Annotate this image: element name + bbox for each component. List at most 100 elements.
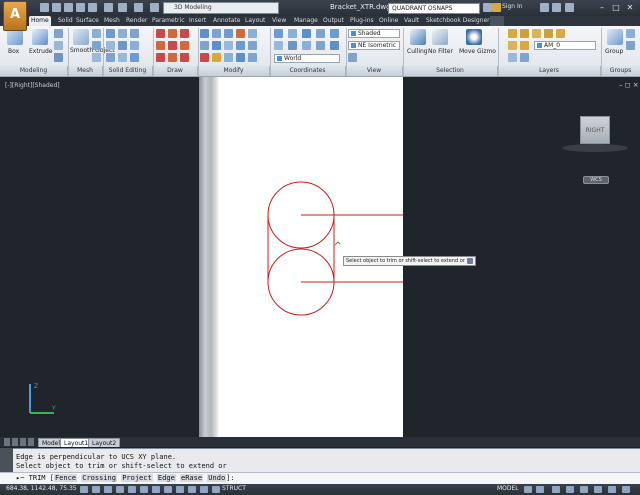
tab-manage[interactable]: Manage [292, 16, 320, 26]
intersect-icon[interactable] [130, 29, 139, 38]
view-select[interactable]: NE Isometric [348, 41, 400, 50]
save-icon[interactable] [64, 3, 73, 12]
panel-selection[interactable]: Selection [403, 66, 498, 76]
tab-render[interactable]: Render [124, 16, 149, 26]
interfere-icon[interactable] [130, 41, 139, 50]
mesh-refine-icon[interactable] [92, 41, 101, 50]
tab-parametric[interactable]: Parametric [150, 16, 187, 26]
option-erase[interactable]: eRase [180, 474, 204, 482]
ucs-world-icon[interactable] [288, 29, 297, 38]
tab-output[interactable]: Output [321, 16, 346, 26]
lineweight-icon[interactable] [200, 486, 208, 493]
tab-insert[interactable]: Insert [187, 16, 208, 26]
annotation-scale-icon[interactable] [552, 486, 560, 493]
tab-home[interactable]: Home [29, 16, 51, 26]
erase-icon[interactable] [200, 53, 209, 62]
layer-match-icon[interactable] [508, 53, 517, 62]
first-tab-arrow-icon[interactable] [4, 438, 10, 446]
quick-view-drawings-icon[interactable] [536, 486, 544, 493]
culling-icon[interactable] [410, 29, 426, 45]
workspace-selector[interactable]: 3D Modeling [163, 2, 279, 14]
option-edge[interactable]: Edge [156, 474, 176, 482]
3d-move-icon[interactable] [236, 53, 245, 62]
exchange-icon[interactable] [540, 3, 549, 12]
layer-properties-icon[interactable] [508, 29, 517, 38]
arc-icon[interactable] [180, 29, 189, 38]
infer-constraints-icon[interactable] [80, 486, 88, 493]
copy-icon[interactable] [224, 29, 233, 38]
move-gizmo-icon[interactable] [466, 29, 482, 45]
layer-lock-icon[interactable] [556, 29, 565, 38]
subtract-icon[interactable] [118, 29, 127, 38]
panel-view[interactable]: View [346, 66, 403, 76]
union-icon[interactable] [106, 29, 115, 38]
no-filter-icon[interactable] [432, 29, 448, 45]
snap-mode-icon[interactable] [92, 486, 100, 493]
mesh-crease-icon[interactable] [92, 53, 101, 62]
coordinate-system-select[interactable]: World [274, 54, 340, 63]
dynamic-input-icon[interactable] [188, 486, 196, 493]
fillet-edge-icon[interactable] [130, 53, 139, 62]
ortho-mode-icon[interactable] [116, 486, 124, 493]
viewport-controls[interactable]: – ◻ × [619, 81, 639, 89]
wcs-menu[interactable]: WCS [583, 176, 609, 184]
layer-isolate-icon[interactable] [532, 29, 541, 38]
tab-layout[interactable]: Layout [243, 16, 267, 26]
circle-icon[interactable] [156, 41, 165, 50]
save-as-icon[interactable] [76, 3, 85, 12]
star-icon[interactable] [552, 3, 561, 12]
loft-icon[interactable] [54, 41, 63, 50]
panel-solid-editing[interactable]: Solid Editing [103, 66, 153, 76]
ucs-origin-icon[interactable] [274, 41, 283, 50]
ellipse-icon[interactable] [180, 41, 189, 50]
ucs-z-icon[interactable] [330, 29, 339, 38]
panel-groups[interactable]: Groups [601, 66, 640, 76]
polar-tracking-icon[interactable] [128, 486, 136, 493]
command-prompt[interactable]: ▸~ TRIM [Fence Crossing Project Edge eRa… [16, 474, 235, 482]
tab-sketchbook-designer[interactable]: Sketchbook Designer [424, 16, 492, 26]
tooltip-options-icon[interactable] [467, 258, 473, 264]
option-crossing[interactable]: Crossing [81, 474, 117, 482]
move-icon[interactable] [200, 29, 209, 38]
cloud-icon[interactable] [88, 3, 97, 12]
thicken-icon[interactable] [118, 41, 127, 50]
region-icon[interactable] [180, 53, 189, 62]
ribbon-toggle-icon[interactable] [490, 16, 504, 26]
group-edit-icon[interactable] [626, 41, 635, 50]
panel-modeling[interactable]: Modeling [0, 66, 68, 76]
maximize-button[interactable]: □ [610, 2, 622, 13]
tab-annotate[interactable]: Annotate [211, 16, 242, 26]
quick-properties-icon[interactable] [212, 486, 220, 493]
search-icon[interactable] [483, 3, 492, 12]
viewcube-compass[interactable] [562, 144, 628, 152]
panel-coordinates[interactable]: Coordinates [270, 66, 346, 76]
tab-plug-ins[interactable]: Plug-ins [348, 16, 376, 26]
ucs-object-icon[interactable] [316, 41, 325, 50]
offset-edge-icon[interactable] [118, 53, 127, 62]
viewcube[interactable]: RIGHT [580, 116, 610, 144]
search-input[interactable]: QUADRANT OSNAPS [388, 3, 480, 14]
open-file-icon[interactable] [52, 3, 61, 12]
clean-screen-icon[interactable] [622, 486, 630, 493]
layer-select[interactable]: AM_0 [534, 41, 596, 50]
object-snap-icon[interactable] [140, 486, 148, 493]
tab-solid[interactable]: Solid [56, 16, 75, 26]
tab-surface[interactable]: Surface [74, 16, 101, 26]
extract-edges-icon[interactable] [106, 53, 115, 62]
layer-previous-icon[interactable] [520, 53, 529, 62]
ucs-face-icon[interactable] [302, 41, 311, 50]
lightbulb-icon[interactable] [508, 41, 517, 50]
dynamic-ucs-icon[interactable] [176, 486, 184, 493]
rotate-icon[interactable] [212, 29, 221, 38]
tab-online[interactable]: Online [377, 16, 400, 26]
minimize-button[interactable]: – [596, 2, 608, 13]
smooth-object-icon[interactable] [73, 29, 89, 45]
extrude-icon[interactable] [32, 29, 48, 45]
trim-icon[interactable] [236, 29, 245, 38]
model-space-toggle[interactable]: MODEL [497, 485, 519, 492]
mirror-icon[interactable] [200, 41, 209, 50]
align-icon[interactable] [224, 53, 233, 62]
last-tab-arrow-icon[interactable] [28, 438, 34, 446]
viewport-config-icon[interactable] [348, 53, 357, 62]
struct-toggle[interactable]: STRUCT [222, 485, 246, 492]
